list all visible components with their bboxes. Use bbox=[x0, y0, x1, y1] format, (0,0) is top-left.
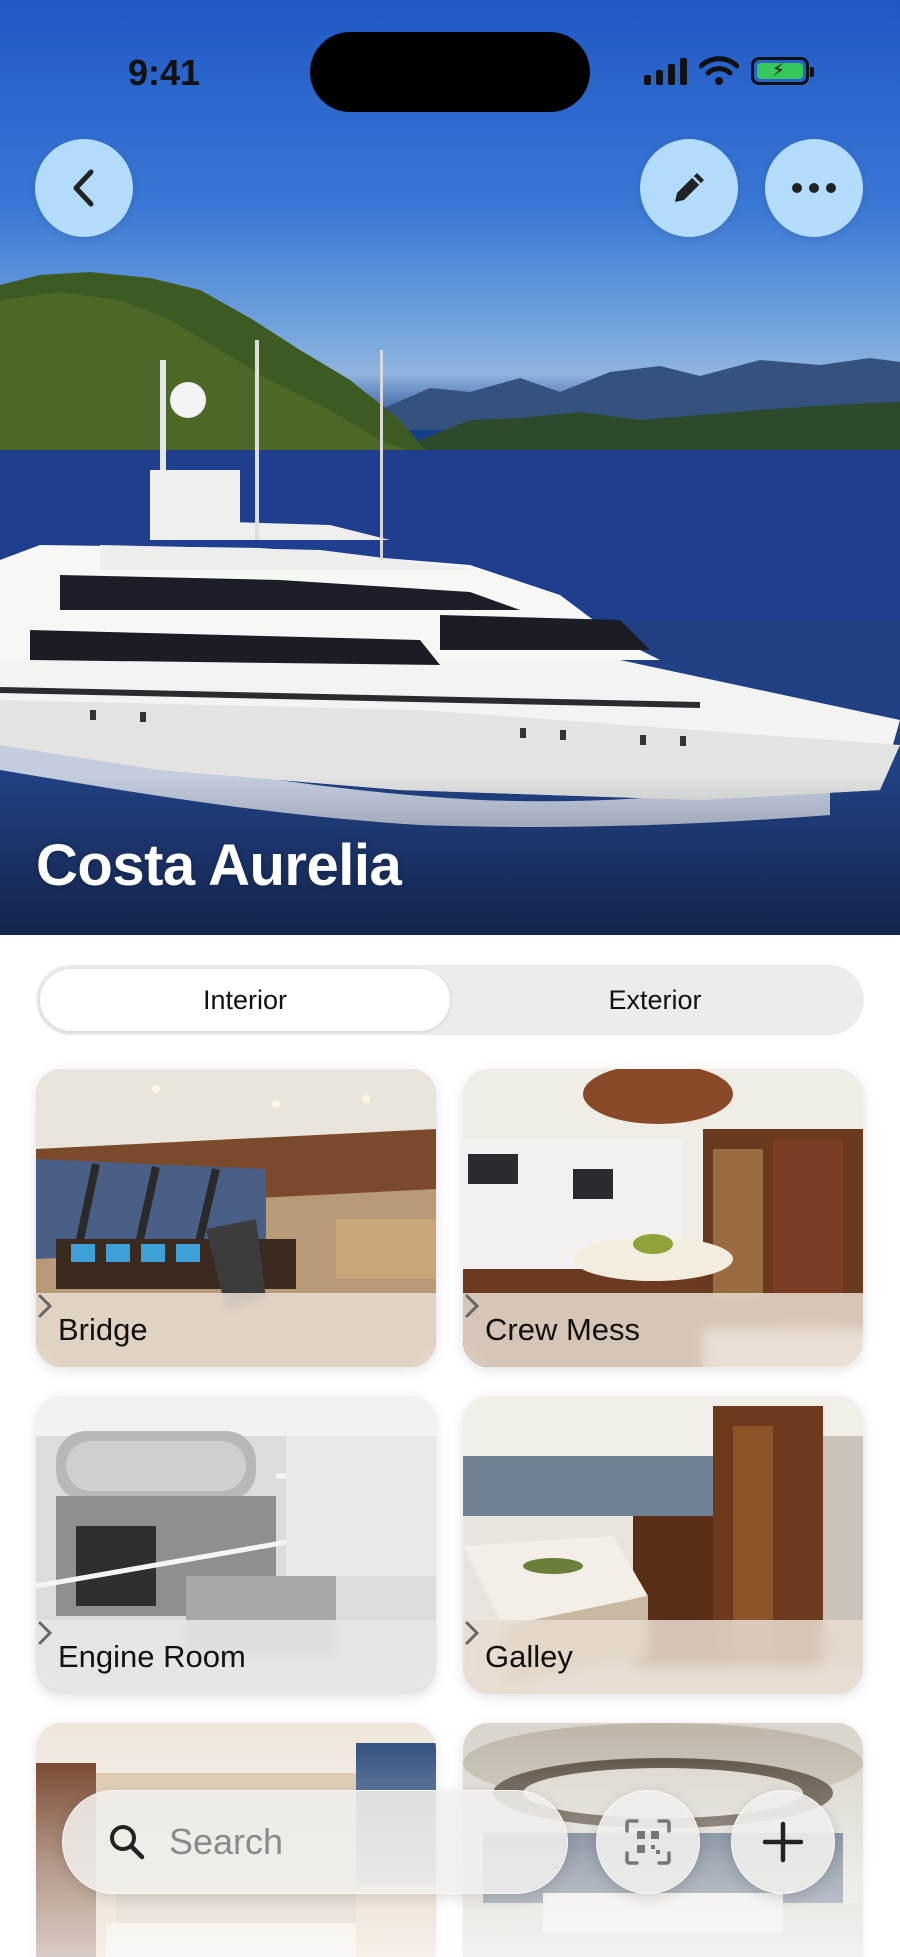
ellipsis-icon bbox=[792, 183, 836, 193]
status-time: 9:41 bbox=[128, 52, 201, 93]
card-label: Galley bbox=[463, 1620, 863, 1694]
segmented-control: Interior Exterior bbox=[36, 965, 864, 1035]
battery-charging-icon: ⚡ bbox=[751, 57, 814, 85]
chevron-right-icon bbox=[465, 1294, 480, 1318]
chevron-right-icon bbox=[38, 1294, 53, 1318]
more-button[interactable] bbox=[765, 139, 863, 237]
card-title: Bridge bbox=[58, 1312, 148, 1347]
room-card-bridge[interactable]: Bridge bbox=[36, 1069, 436, 1367]
room-card-crew-mess[interactable]: Crew Mess bbox=[463, 1069, 863, 1367]
room-card-galley[interactable]: Galley bbox=[463, 1396, 863, 1694]
segment-exterior[interactable]: Exterior bbox=[450, 969, 860, 1031]
search-input[interactable]: Search bbox=[169, 1821, 283, 1863]
card-label: Bridge bbox=[36, 1293, 436, 1367]
card-title: Galley bbox=[485, 1639, 573, 1674]
back-button[interactable] bbox=[35, 139, 133, 237]
dynamic-island bbox=[310, 32, 590, 112]
cellular-signal-icon bbox=[644, 57, 687, 85]
hero-image: Costa Aurelia bbox=[0, 0, 900, 935]
card-title: Crew Mess bbox=[485, 1312, 641, 1347]
segment-interior[interactable]: Interior bbox=[40, 969, 450, 1031]
add-button[interactable] bbox=[731, 1790, 835, 1894]
search-bar[interactable]: Search bbox=[62, 1790, 568, 1894]
edit-button[interactable] bbox=[640, 139, 738, 237]
status-icons: ⚡ bbox=[644, 56, 814, 86]
room-card-engine-room[interactable]: Engine Room bbox=[36, 1396, 436, 1694]
card-label: Crew Mess bbox=[463, 1293, 863, 1367]
plus-icon bbox=[762, 1821, 804, 1863]
wifi-icon bbox=[699, 56, 739, 85]
search-icon bbox=[110, 1825, 145, 1860]
pencil-icon bbox=[675, 173, 704, 202]
chevron-right-icon bbox=[465, 1621, 480, 1645]
chevron-right-icon bbox=[38, 1621, 53, 1645]
page-title: Costa Aurelia bbox=[36, 833, 402, 898]
scan-button[interactable] bbox=[596, 1790, 700, 1894]
qr-scan-icon bbox=[625, 1819, 671, 1865]
card-title: Engine Room bbox=[58, 1639, 246, 1674]
card-label: Engine Room bbox=[36, 1620, 436, 1694]
chevron-left-icon bbox=[73, 169, 94, 207]
